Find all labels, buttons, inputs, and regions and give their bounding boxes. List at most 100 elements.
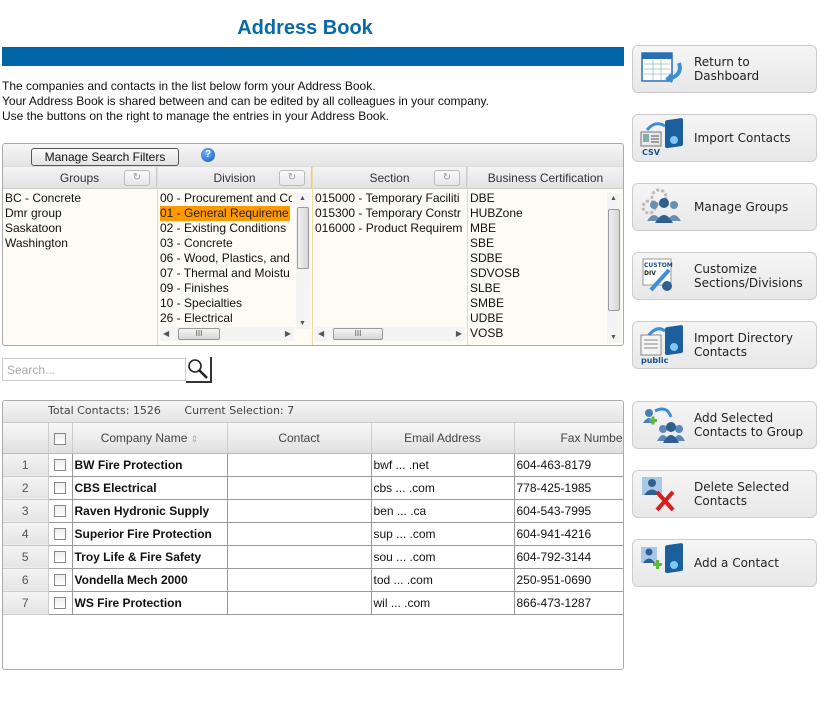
list-item[interactable]: VOSB [470, 326, 600, 341]
contact-cell[interactable] [227, 545, 372, 569]
scroll-left-icon[interactable]: ◀ [318, 329, 324, 338]
table-row[interactable]: 3 Raven Hydronic Supply ben ... .ca 604-543… [3, 499, 623, 523]
fax-cell[interactable]: 866-473-1287 [514, 591, 623, 615]
table-row[interactable]: 4 Superior Fire Protection sup ... .com 604… [3, 522, 623, 546]
fax-cell[interactable]: 604-941-4216 [514, 522, 623, 546]
company-name-cell[interactable]: Vondella Mech 2000 [72, 568, 228, 592]
company-name-cell[interactable]: Superior Fire Protection [72, 522, 228, 546]
refresh-section-icon[interactable]: ↻ [434, 170, 460, 186]
list-item[interactable]: 06 - Wood, Plastics, and [160, 251, 290, 266]
groups-list[interactable]: BC - Concrete Dmr group Saskatoon Washin… [3, 189, 157, 253]
business-certification-list[interactable]: DBE HUBZone MBE SBE SDBE SDVOSB SLBE SMB… [468, 189, 602, 343]
delete-selected-contacts-button[interactable]: Delete Selected Contacts [632, 470, 817, 518]
list-item[interactable]: Saskatoon [5, 221, 155, 236]
table-row[interactable]: 7 WS Fire Protection wil ... .com 866-473-1… [3, 591, 623, 615]
list-item[interactable]: 09 - Finishes [160, 281, 290, 296]
fax-cell[interactable]: 604-543-7995 [514, 499, 623, 523]
list-item[interactable]: 07 - Thermal and Moistu [160, 266, 290, 281]
import-contacts-button[interactable]: CSV Import Contacts [632, 114, 817, 162]
help-icon[interactable]: ? [201, 148, 215, 162]
row-checkbox[interactable] [54, 597, 66, 610]
list-item[interactable]: 016000 - Product Requirem [315, 221, 463, 236]
row-checkbox[interactable] [54, 505, 66, 518]
table-row[interactable]: 2 CBS Electrical cbs ... .com 778-425-1985 [3, 476, 623, 500]
company-name-cell[interactable]: Raven Hydronic Supply [72, 499, 228, 523]
customize-sections-divisions-button[interactable]: CUSTOM DIV Customize Sections/Divisions [632, 252, 817, 300]
list-item[interactable]: SMBE [470, 296, 600, 311]
list-item[interactable]: 00 - Procurement and Co [160, 191, 292, 206]
contact-cell[interactable] [227, 522, 372, 546]
manage-search-filters-button[interactable]: Manage Search Filters [31, 148, 179, 166]
company-name-cell[interactable]: Troy Life & Fire Safety [72, 545, 228, 569]
row-checkbox[interactable] [54, 482, 66, 495]
contact-cell[interactable] [227, 591, 372, 615]
add-a-contact-button[interactable]: Add a Contact [632, 539, 817, 587]
scroll-thumb[interactable]: III [178, 328, 220, 340]
scroll-thumb[interactable] [608, 209, 620, 311]
list-item[interactable]: SDVOSB [470, 266, 600, 281]
scroll-thumb[interactable]: III [333, 328, 383, 340]
column-header-contact[interactable]: Contact [227, 423, 372, 454]
contact-cell[interactable] [227, 476, 372, 500]
list-item[interactable]: SBE [470, 236, 600, 251]
list-item[interactable]: Washington [5, 236, 155, 251]
list-item[interactable]: BC - Concrete [5, 191, 155, 206]
table-row[interactable]: 5 Troy Life & Fire Safety sou ... .com 604-… [3, 545, 623, 569]
company-name-cell[interactable]: CBS Electrical [72, 476, 228, 500]
search-button[interactable] [186, 357, 212, 383]
email-cell[interactable]: ben ... .ca [371, 499, 515, 523]
list-item[interactable]: 26 - Electrical [160, 311, 290, 326]
search-input[interactable] [2, 358, 186, 381]
list-item[interactable]: Dmr group [5, 206, 155, 221]
list-item[interactable]: UDBE [470, 311, 600, 326]
refresh-groups-icon[interactable]: ↻ [124, 170, 150, 186]
email-cell[interactable]: cbs ... .com [371, 476, 515, 500]
list-item[interactable]: DBE [470, 191, 600, 206]
row-checkbox[interactable] [54, 528, 66, 541]
division-horizontal-scrollbar[interactable]: ◀ III ▶ [160, 327, 294, 341]
column-header-company[interactable]: Company Name ⇕ [72, 423, 228, 454]
section-list[interactable]: 015000 - Temporary Faciliti 015300 - Tem… [313, 189, 465, 238]
scroll-down-icon[interactable]: ▼ [299, 320, 306, 327]
email-cell[interactable]: sou ... .com [371, 545, 515, 569]
row-checkbox[interactable] [54, 551, 66, 564]
return-to-dashboard-button[interactable]: Return to Dashboard [632, 45, 817, 93]
scroll-down-icon[interactable]: ▼ [610, 334, 617, 341]
division-vertical-scrollbar[interactable]: ▲ ▼ [296, 193, 310, 329]
sort-icon[interactable]: ⇕ [191, 434, 199, 444]
list-item[interactable]: HUBZone [470, 206, 600, 221]
row-checkbox[interactable] [54, 574, 66, 587]
list-item[interactable]: MBE [470, 221, 600, 236]
list-item[interactable]: 10 - Specialties [160, 296, 290, 311]
scroll-left-icon[interactable]: ◀ [163, 329, 169, 338]
list-item[interactable]: SDBE [470, 251, 600, 266]
scroll-up-icon[interactable]: ▲ [610, 195, 617, 202]
fax-cell[interactable]: 250-951-0690 [514, 568, 623, 592]
email-cell[interactable]: sup ... .com [371, 522, 515, 546]
table-row[interactable]: 1 BW Fire Protection bwf ... .net 604-463-8… [3, 453, 623, 477]
fax-cell[interactable]: 778-425-1985 [514, 476, 623, 500]
list-item-selected[interactable]: 01 - General Requireme [160, 206, 290, 221]
list-item[interactable]: 03 - Concrete [160, 236, 290, 251]
list-item[interactable]: 015300 - Temporary Constr [315, 206, 463, 221]
list-item[interactable]: SLBE [470, 281, 600, 296]
refresh-division-icon[interactable]: ↻ [279, 170, 305, 186]
contact-cell[interactable] [227, 453, 372, 477]
fax-cell[interactable]: 604-463-8179 [514, 453, 623, 477]
scroll-right-icon[interactable]: ▶ [285, 329, 291, 338]
fax-cell[interactable]: 604-792-3144 [514, 545, 623, 569]
company-name-cell[interactable]: BW Fire Protection [72, 453, 228, 477]
division-list[interactable]: 00 - Procurement and Co 01 - General Req… [158, 189, 292, 328]
contact-cell[interactable] [227, 568, 372, 592]
email-cell[interactable]: bwf ... .net [371, 453, 515, 477]
scroll-up-icon[interactable]: ▲ [299, 195, 306, 202]
import-directory-contacts-button[interactable]: public Import Directory Contacts [632, 321, 817, 369]
select-all-checkbox[interactable] [54, 432, 66, 445]
company-name-cell[interactable]: WS Fire Protection [72, 591, 228, 615]
section-horizontal-scrollbar[interactable]: ◀ III ▶ [315, 327, 465, 341]
column-header-email[interactable]: Email Address [371, 423, 515, 454]
scroll-right-icon[interactable]: ▶ [456, 329, 462, 338]
email-cell[interactable]: tod ... .com [371, 568, 515, 592]
certification-vertical-scrollbar[interactable]: ▲ ▼ [607, 193, 621, 343]
list-item[interactable]: 02 - Existing Conditions [160, 221, 290, 236]
